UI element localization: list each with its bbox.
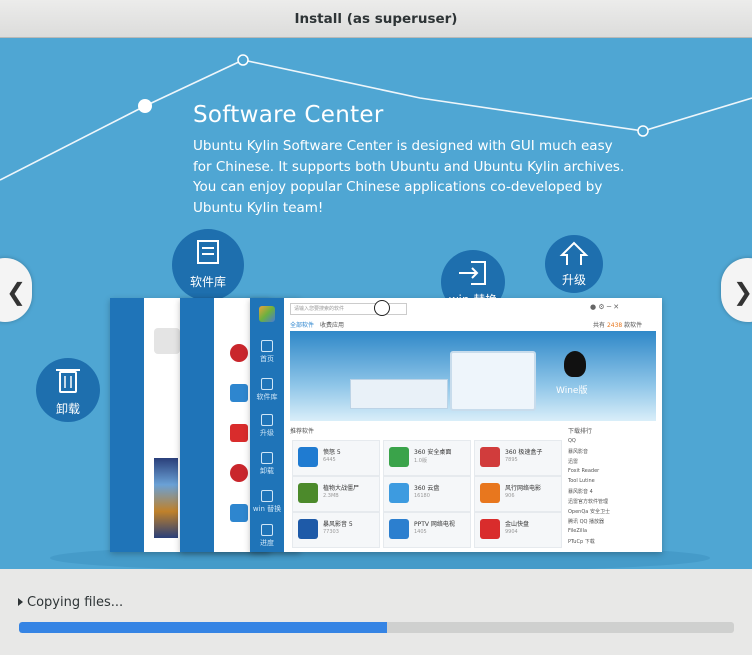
window-title: Install (as superuser) — [294, 11, 458, 27]
preview-nav-progress: 进度 — [250, 520, 284, 552]
store-bubble-label: 软件库 — [189, 275, 226, 289]
preview-nav-uninstall: 卸载 — [250, 448, 284, 480]
preview-app-icon — [230, 384, 248, 402]
app-icon — [298, 447, 318, 467]
install-progress-bar — [19, 622, 734, 633]
store-icon — [261, 378, 273, 390]
preview-screenshot-strip — [154, 458, 178, 538]
upgrade-bubble: 升级 — [545, 235, 603, 293]
app-icon — [480, 483, 500, 503]
preview-nav-home: 首页 — [250, 336, 284, 368]
rank-row: 暴风影音 — [568, 449, 589, 455]
preview-app-tile: 植物大战僵尸 2.3MB — [292, 476, 380, 512]
upgrade-arrow-icon — [261, 414, 273, 426]
preview-sidebar — [110, 298, 144, 552]
preview-app-tile: 360 极速盒子 7895 — [474, 440, 562, 476]
preview-app-tile: PPTV 网络电视 1405 — [383, 512, 471, 548]
kylin-logo-icon — [259, 306, 275, 322]
preview-app-icon — [154, 328, 180, 354]
preview-tab-paid: 收费应用 — [320, 322, 345, 329]
window-controls-icon: ● ⚙ ─ ✕ — [590, 303, 620, 311]
rank-row: PTuCp 下载 — [568, 539, 595, 545]
preview-app-tile: 360 安全桌面 1.0版 — [383, 440, 471, 476]
rank-row: Tool Lutine — [568, 478, 595, 484]
expander-arrow-icon[interactable] — [18, 598, 23, 606]
app-icon — [389, 519, 409, 539]
preview-sidebar: 首页 软件库 升级 卸载 win 替换 进度 — [250, 298, 284, 552]
preview-section-rank: 下载排行 — [568, 428, 593, 435]
qq-penguin-icon — [564, 351, 586, 377]
rank-row: 暴风影音 4 — [568, 489, 593, 495]
download-icon — [261, 524, 273, 536]
rank-row: OpenQa 安全卫士 — [568, 509, 610, 515]
preview-nav-win: win 替换 — [250, 486, 284, 518]
trash-icon — [261, 452, 273, 464]
app-icon — [480, 447, 500, 467]
app-icon — [298, 519, 318, 539]
mouse-cursor-icon — [374, 300, 390, 316]
preview-app-tile: 金山快盘 9904 — [474, 512, 562, 548]
preview-app-tile: 360 云盘 16180 — [383, 476, 471, 512]
app-icon — [480, 519, 500, 539]
install-status-label: Copying files... — [27, 595, 124, 610]
preview-app-icon — [230, 344, 248, 362]
app-icon — [298, 483, 318, 503]
slide-description: Ubuntu Kylin Software Center is designed… — [193, 138, 625, 216]
rank-row: 迅雷 — [568, 459, 579, 465]
software-center-preview: 首页 软件库 升级 卸载 win 替换 进度 请输入您要搜索的软件 ● ⚙ ─ … — [250, 298, 662, 552]
preview-app-tile: 暴风影音 5 77303 — [292, 512, 380, 548]
slideshow: Software Center Ubuntu Kylin Software Ce… — [0, 38, 752, 569]
rank-row: QQ — [568, 438, 576, 444]
preview-qq-window — [450, 351, 536, 411]
rank-row: 腾讯 QQ 播放器 — [568, 519, 605, 525]
preview-app-icon — [230, 424, 248, 442]
preview-app-tile: 愤怒 5 6445 — [292, 440, 380, 476]
preview-banner: Wine版 — [290, 331, 656, 421]
preview-app-tile: 风行网络电影 906 — [474, 476, 562, 512]
preview-tab-all: 全部软件 — [290, 322, 315, 329]
slide-title: Software Center — [193, 102, 384, 128]
uninstall-bubble-label: 卸载 — [55, 402, 80, 416]
preview-banner-label: Wine版 — [556, 386, 588, 396]
chevron-right-icon: ❯ — [733, 278, 752, 306]
chevron-left-icon: ❮ — [6, 278, 27, 306]
rank-row: 迅雷官方软件管理 — [568, 499, 609, 505]
preview-nav-upgrade: 升级 — [250, 410, 284, 442]
preview-app-icon — [230, 504, 248, 522]
preview-sidebar — [180, 298, 214, 552]
uninstall-bubble: 卸载 — [36, 358, 100, 422]
app-icon — [389, 447, 409, 467]
rank-row: FileZilla — [568, 528, 588, 534]
install-progress-fill — [19, 622, 387, 633]
preview-app-icon — [230, 464, 248, 482]
rank-row: Foxit Reader — [568, 468, 600, 474]
preview-nav-store: 软件库 — [250, 374, 284, 406]
app-icon — [389, 483, 409, 503]
upgrade-bubble-label: 升级 — [561, 273, 586, 287]
install-status[interactable]: Copying files... — [18, 595, 124, 610]
home-icon — [261, 340, 273, 352]
preview-rank-list: QQ 暴风影音 迅雷 Foxit Reader Tool Lutine 暴风影音… — [564, 436, 660, 550]
preview-qq-panel — [350, 379, 448, 409]
preview-counter: 共有 2438 款软件 — [593, 322, 643, 329]
sign-in-icon — [261, 490, 273, 502]
install-footer: Copying files... — [0, 569, 752, 655]
store-icon — [197, 240, 219, 264]
window-titlebar: Install (as superuser) — [0, 0, 752, 38]
preview-section-apps: 推荐软件 — [290, 428, 315, 435]
store-bubble: 软件库 — [172, 229, 244, 301]
